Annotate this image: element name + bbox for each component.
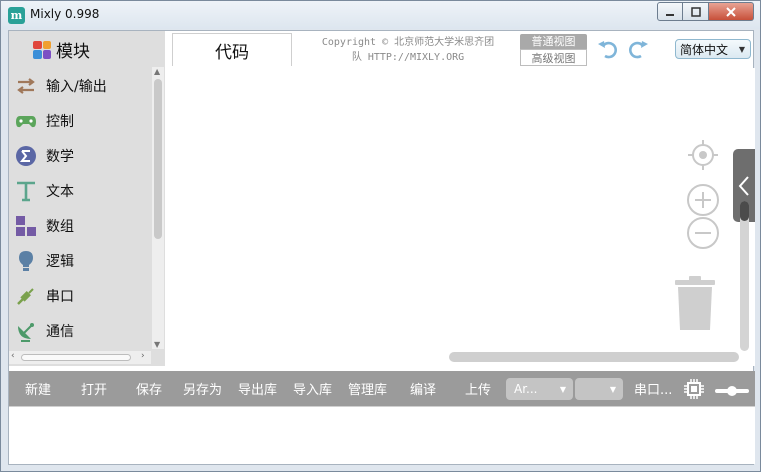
category-label: 数组 — [46, 219, 74, 235]
redo-icon — [629, 41, 648, 59]
minimize-button[interactable] — [657, 2, 683, 21]
tab-advanced-view[interactable]: 高级视图 — [520, 49, 587, 66]
chevron-left-icon — [738, 175, 749, 196]
recenter-button[interactable] — [687, 139, 719, 174]
trash-icon — [675, 276, 715, 330]
language-select[interactable]: 简体中文 ▼ — [675, 39, 751, 59]
close-icon — [726, 6, 736, 17]
export-library-button[interactable]: 导出库 — [238, 371, 277, 406]
toolbox-title: 模块 — [56, 42, 90, 62]
copyright-line: 队 HTTP://MIXLY.ORG — [351, 52, 465, 63]
new-button[interactable]: 新建 — [25, 371, 51, 406]
maximize-icon — [690, 6, 701, 17]
category-label: 逻辑 — [46, 254, 74, 270]
category-text[interactable]: 文本 — [15, 176, 74, 206]
window-title: Mixly 0.998 — [30, 7, 100, 21]
toolbox-vertical-scrollbar[interactable]: ▲ ▼ — [152, 67, 164, 349]
gamepad-icon — [15, 110, 37, 132]
zoom-out-icon — [687, 217, 719, 249]
scroll-right-icon[interactable]: › — [141, 351, 145, 361]
close-button[interactable] — [709, 2, 754, 21]
toolbox-header: 模块 — [33, 37, 90, 62]
maximize-button[interactable] — [683, 2, 709, 21]
board-value: Ar... — [514, 382, 538, 396]
category-label: 数学 — [46, 149, 74, 165]
undo-button[interactable] — [596, 37, 620, 61]
copyright-line: Copyright © 北京师范大学米思齐团 — [321, 37, 495, 48]
math-sigma-icon — [15, 145, 37, 167]
scrollbar-thumb[interactable] — [21, 354, 131, 361]
bottom-toolbar: 新建 打开 保存 另存为 导出库 导入库 管理库 编译 上传 Ar... ▼ ▼… — [9, 371, 755, 406]
category-label: 串口 — [46, 289, 74, 305]
category-label: 控制 — [46, 114, 74, 130]
chevron-down-icon: ▼ — [738, 44, 745, 54]
category-arrays[interactable]: 数组 — [15, 211, 74, 241]
category-control[interactable]: 控制 — [15, 106, 74, 136]
category-label: 输入/输出 — [46, 79, 107, 95]
satellite-dish-icon — [15, 320, 37, 342]
workspace-horizontal-scrollbar[interactable] — [449, 352, 739, 362]
import-library-button[interactable]: 导入库 — [293, 371, 332, 406]
scroll-up-icon[interactable]: ▲ — [154, 67, 160, 76]
open-button[interactable]: 打开 — [81, 371, 107, 406]
minimize-icon — [666, 13, 674, 16]
blocks-workspace[interactable] — [167, 68, 755, 366]
scrollbar-thumb[interactable] — [740, 201, 749, 221]
compile-button[interactable]: 编译 — [410, 371, 436, 406]
chevron-down-icon: ▼ — [609, 384, 616, 394]
zoom-in-icon — [687, 184, 719, 216]
zoom-in-button[interactable] — [686, 183, 720, 220]
usb-plug-icon — [15, 285, 37, 307]
client-area: 模块 输入/输出 控制 数学 文本 数组 逻辑 串口 通信 ▲ ▼ ‹ › 代码… — [8, 30, 755, 465]
toolbox-horizontal-scrollbar[interactable]: ‹ › — [9, 351, 151, 364]
puzzle-icon — [33, 40, 51, 59]
category-serial[interactable]: 串口 — [15, 281, 74, 311]
tab-code[interactable]: 代码 — [172, 33, 292, 66]
slider-toggle-icon — [715, 386, 749, 396]
scroll-down-icon[interactable]: ▼ — [154, 340, 160, 349]
undo-icon — [598, 41, 617, 59]
toggle-switch[interactable] — [715, 385, 749, 396]
chip-button[interactable] — [684, 379, 704, 399]
arrows-io-icon — [15, 75, 37, 97]
title-bar[interactable]: m Mixly 0.998 — [1, 1, 760, 29]
app-window: m Mixly 0.998 模块 输入/输出 控制 数学 文本 数组 逻辑 串口… — [0, 0, 761, 472]
category-label: 文本 — [46, 184, 74, 200]
language-value: 简体中文 — [680, 42, 729, 57]
port-select[interactable]: ▼ — [575, 378, 623, 400]
toolbox-panel: 模块 输入/输出 控制 数学 文本 数组 逻辑 串口 通信 ▲ ▼ ‹ › — [9, 31, 165, 366]
category-communication[interactable]: 通信 — [15, 316, 74, 346]
text-t-icon — [15, 180, 37, 202]
trash-button[interactable] — [672, 274, 718, 335]
serial-monitor-button[interactable]: 串口... — [634, 371, 672, 406]
category-label: 通信 — [46, 324, 74, 340]
lightbulb-icon — [15, 250, 37, 272]
blocks-icon — [15, 215, 37, 237]
scroll-left-icon[interactable]: ‹ — [11, 351, 15, 361]
zoom-out-button[interactable] — [686, 216, 720, 253]
category-input-output[interactable]: 输入/输出 — [15, 71, 107, 101]
crosshair-icon — [688, 140, 718, 170]
save-button[interactable]: 保存 — [136, 371, 162, 406]
chevron-down-icon: ▼ — [559, 384, 566, 394]
window-controls — [657, 2, 754, 21]
scrollbar-thumb[interactable] — [154, 79, 162, 239]
mixly-logo-icon: m — [8, 7, 25, 24]
upload-button[interactable]: 上传 — [465, 371, 491, 406]
tab-normal-view[interactable]: 普通视图 — [520, 34, 587, 49]
workspace-vertical-scrollbar[interactable] — [740, 201, 749, 351]
copyright-notice: Copyright © 北京师范大学米思齐团 队 HTTP://MIXLY.OR… — [295, 35, 521, 65]
chip-icon — [684, 379, 704, 399]
save-as-button[interactable]: 另存为 — [183, 371, 222, 406]
output-console[interactable] — [9, 406, 755, 464]
category-logic[interactable]: 逻辑 — [15, 246, 74, 276]
board-select[interactable]: Ar... ▼ — [506, 378, 573, 400]
manage-library-button[interactable]: 管理库 — [348, 371, 387, 406]
redo-button[interactable] — [626, 37, 650, 61]
category-math[interactable]: 数学 — [15, 141, 74, 171]
